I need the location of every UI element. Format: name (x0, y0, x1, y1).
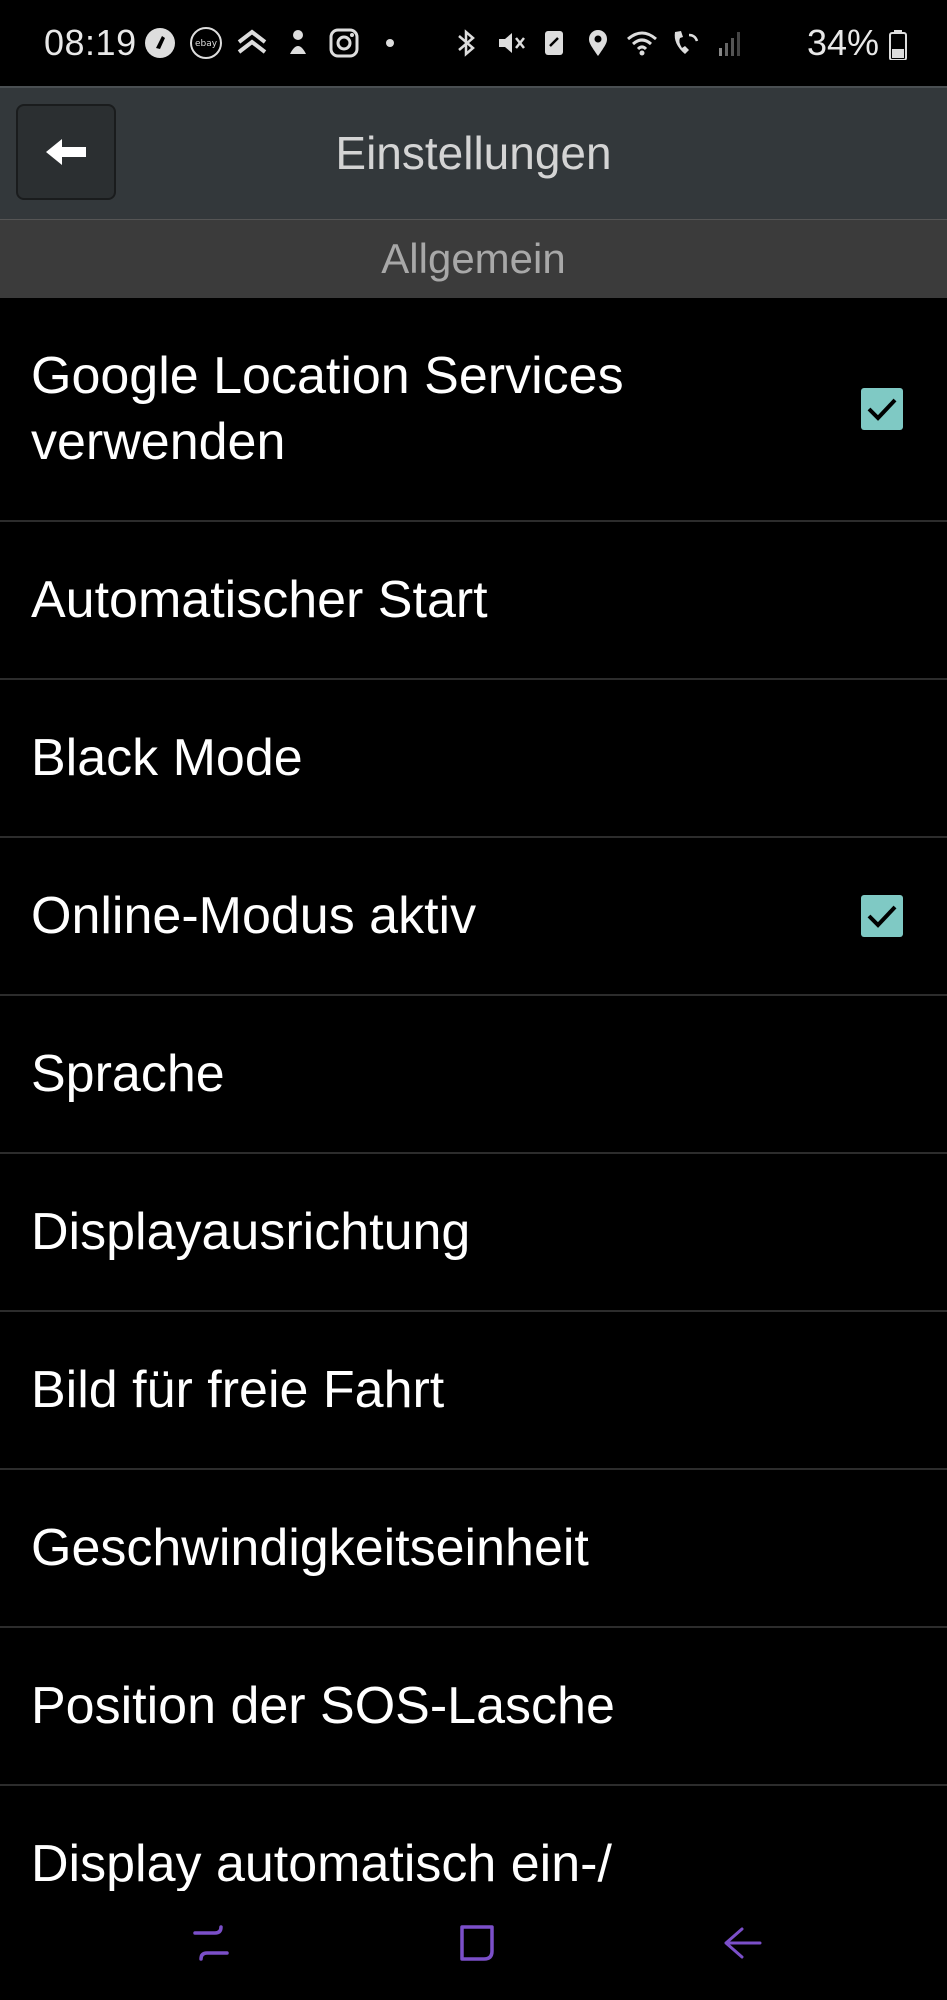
setting-checkbox[interactable] (861, 387, 903, 430)
setting-sos-tab-position[interactable]: Position der SOS-Lasche (0, 1628, 947, 1786)
wifi-icon (627, 31, 657, 56)
recent-apps-button[interactable] (181, 1913, 241, 1973)
checkmark-icon (867, 398, 897, 421)
status-time: 08:19 (44, 22, 137, 63)
chevron-up-app-icon (237, 29, 267, 54)
setting-label: Position der SOS-Lasche (31, 1677, 615, 1735)
setting-language[interactable]: Sprache (0, 996, 947, 1154)
setting-label: Sprache (31, 1045, 225, 1103)
system-icons (449, 26, 747, 60)
back-button[interactable] (16, 104, 116, 200)
setting-label: Automatischer Start (31, 571, 488, 629)
location-icon (589, 30, 607, 56)
setting-display-auto-on[interactable]: Display automatisch ein-/ (0, 1786, 947, 1891)
dot-icon (386, 39, 394, 47)
home-icon (460, 1925, 494, 1961)
settings-list[interactable]: Google Location Services verwenden Autom… (0, 297, 947, 1891)
checkmark-icon (867, 905, 897, 928)
status-bar: 08:19 ebay 34% (0, 0, 947, 86)
person-app-icon (290, 30, 306, 54)
mute-icon (499, 33, 525, 53)
battery-icon (889, 30, 907, 60)
setting-automatic-start[interactable]: Automatischer Start (0, 522, 947, 680)
recent-apps-icon (193, 1925, 229, 1961)
setting-label: Bild für freie Fahrt (31, 1361, 445, 1419)
notification-icons: ebay (143, 26, 407, 60)
setting-label: Online-Modus aktiv (31, 887, 477, 945)
setting-label: Geschwindigkeitseinheit (31, 1519, 589, 1577)
page-title: Einstellungen (335, 127, 612, 179)
setting-free-ride-image[interactable]: Bild für freie Fahrt (0, 1312, 947, 1470)
ebay-kleinanzeigen-icon: ebay (190, 27, 222, 59)
svg-text:ebay: ebay (195, 39, 218, 49)
setting-black-mode[interactable]: Black Mode (0, 680, 947, 838)
arrow-left-icon (46, 139, 86, 165)
setting-label: Displayausrichtung (31, 1203, 471, 1261)
setting-label: Google Location Services verwenden (31, 346, 624, 471)
wifi-call-icon (674, 31, 699, 54)
home-button[interactable] (446, 1913, 506, 1973)
section-header: Allgemein (0, 219, 947, 298)
setting-checkbox[interactable] (861, 895, 903, 937)
setting-google-location-services[interactable]: Google Location Services verwenden (0, 297, 947, 522)
back-icon (724, 1927, 762, 1959)
system-back-button[interactable] (712, 1913, 772, 1973)
setting-online-mode[interactable]: Online-Modus aktiv (0, 838, 947, 996)
bluetooth-icon (458, 29, 475, 57)
navigation-bar (0, 1891, 947, 2000)
app-bar: Einstellungen (0, 86, 947, 219)
setting-display-orientation[interactable]: Displayausrichtung (0, 1154, 947, 1312)
music-app-icon (145, 28, 175, 58)
instagram-icon (329, 28, 359, 58)
setting-speed-unit[interactable]: Geschwindigkeitseinheit (0, 1470, 947, 1628)
signal-icon (719, 32, 740, 56)
setting-label: Display automatisch ein-/ (31, 1835, 612, 1891)
setting-label: Black Mode (31, 729, 303, 787)
nfc-icon (545, 31, 563, 55)
battery-percent: 34% (806, 22, 879, 63)
